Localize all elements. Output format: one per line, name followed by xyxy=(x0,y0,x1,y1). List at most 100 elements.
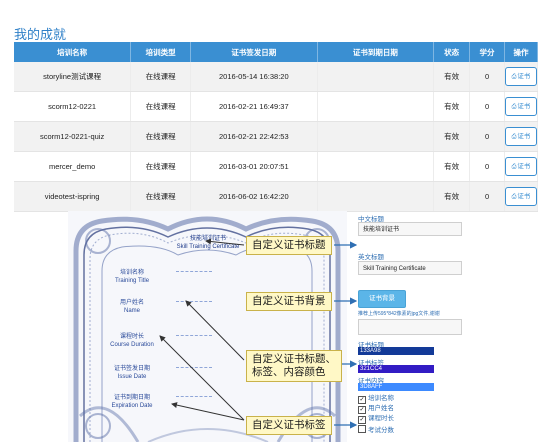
checkbox-label: 用户姓名 xyxy=(368,405,394,412)
cell-expire-date xyxy=(317,91,435,122)
column-header-status[interactable]: 状态 xyxy=(433,42,471,62)
cert-label-cn: 课程时长 xyxy=(119,334,144,340)
title-color-picker[interactable]: 133A98 xyxy=(358,347,434,355)
callout-custom-colors: 自定义证书标题、标签、内容颜色 xyxy=(246,350,342,382)
cell-status: 有效 xyxy=(433,121,471,152)
cert-label-cn: 证书签发日期 xyxy=(113,366,150,372)
cert-value-line xyxy=(176,301,212,302)
cert-label-course-duration: 课程时长 Course Duration xyxy=(90,333,174,349)
certificate-button[interactable]: ⎙证书 xyxy=(504,97,537,116)
checkbox-label: 课程时长 xyxy=(368,415,394,422)
cell-credit: 0 xyxy=(469,91,505,122)
cell-type: 在线课程 xyxy=(130,151,192,182)
certificate-button[interactable]: ⎙证书 xyxy=(504,127,537,146)
callout-custom-title: 自定义证书标题 xyxy=(246,236,332,255)
en-title-input[interactable]: Skill Training Certificate xyxy=(358,261,462,275)
cell-action: ⎙证书 xyxy=(504,121,539,152)
print-icon: ⎙ xyxy=(511,74,517,80)
background-file-input[interactable] xyxy=(358,319,462,335)
checkbox-label: 考试分数 xyxy=(368,427,394,434)
column-header-issue-date[interactable]: 证书签发日期 xyxy=(190,42,318,62)
cert-value-line xyxy=(176,271,212,272)
cell-type: 在线课程 xyxy=(130,91,192,122)
certificate-button-label: 证书 xyxy=(517,133,531,140)
achievements-table: 培训名称 培训类型 证书签发日期 证书到期日期 状态 学分 操作 storyli… xyxy=(14,42,539,212)
checkbox-label: 培训名称 xyxy=(368,395,394,402)
cell-type: 在线课程 xyxy=(130,121,192,152)
column-header-name[interactable]: 培训名称 xyxy=(14,42,132,62)
table-row: mercer_demo 在线课程 2016-03-01 20:07:51 有效 … xyxy=(14,151,539,182)
print-icon: ⎙ xyxy=(511,104,517,110)
certificate-button[interactable]: ⎙证书 xyxy=(504,157,537,176)
label-color-picker[interactable]: 321CC4 xyxy=(358,365,434,373)
cell-name: videotest-ispring xyxy=(14,181,132,212)
cert-label-en: Course Duration xyxy=(110,342,154,348)
cell-name: scorm12-0221-quiz xyxy=(14,121,132,152)
cell-credit: 0 xyxy=(469,181,505,212)
column-header-action: 操作 xyxy=(504,42,539,62)
cert-label-issue-date: 证书签发日期 Issue Date xyxy=(90,365,174,381)
cell-status: 有效 xyxy=(433,62,471,92)
cert-label-name: 用户姓名 Name xyxy=(90,299,174,315)
cell-issue-date: 2016-05-14 16:38:20 xyxy=(190,62,318,92)
cn-title-input[interactable]: 技能培训证书 xyxy=(358,222,462,236)
checkbox-course-duration[interactable]: ✓ xyxy=(358,416,366,424)
cell-expire-date xyxy=(317,62,435,92)
cell-credit: 0 xyxy=(469,151,505,182)
cell-expire-date xyxy=(317,181,435,212)
en-title-label: 英文标题 xyxy=(358,254,384,261)
cell-status: 有效 xyxy=(433,91,471,122)
cell-type: 在线课程 xyxy=(130,62,192,92)
checkbox-row-course-duration[interactable]: ✓ 课程时长 xyxy=(358,415,394,424)
table-row: storyline测试课程 在线课程 2016-05-14 16:38:20 有… xyxy=(14,62,539,92)
cert-value-line xyxy=(176,367,212,368)
cert-label-en: Issue Date xyxy=(117,374,147,380)
background-hint: 推荐上传595*842像素的jpg文件,谢谢 xyxy=(358,311,440,317)
certificate-button-label: 证书 xyxy=(517,163,531,170)
cell-name: storyline测试课程 xyxy=(14,62,132,92)
column-header-expire-date[interactable]: 证书到期日期 xyxy=(317,42,435,62)
table-row: videotest-ispring 在线课程 2016-06-02 16:42:… xyxy=(14,181,539,212)
cell-credit: 0 xyxy=(469,121,505,152)
cell-expire-date xyxy=(317,151,435,182)
cell-action: ⎙证书 xyxy=(504,62,539,92)
column-header-credit[interactable]: 学分 xyxy=(469,42,505,62)
page-title: 我的成就 xyxy=(14,27,67,42)
cell-credit: 0 xyxy=(469,62,505,92)
certificate-settings-panel: 中文标题 技能培训证书 英文标题 Skill Training Certific… xyxy=(356,211,547,442)
print-icon: ⎙ xyxy=(511,164,517,170)
cell-expire-date xyxy=(317,121,435,152)
cell-name: mercer_demo xyxy=(14,151,132,182)
checkbox-exam-score[interactable] xyxy=(358,425,366,433)
cert-label-training-title: 培训名称 Training Title xyxy=(90,269,174,285)
checkbox-row-exam-score[interactable]: 考试分数 xyxy=(358,425,394,435)
checkbox-training-title[interactable]: ✓ xyxy=(358,396,366,404)
certificate-button-label: 证书 xyxy=(517,73,531,80)
checkbox-row-training-title[interactable]: ✓ 培训名称 xyxy=(358,395,394,404)
cert-label-en: Name xyxy=(123,308,140,314)
checkbox-user-name[interactable]: ✓ xyxy=(358,406,366,414)
checkbox-row-user-name[interactable]: ✓ 用户姓名 xyxy=(358,405,394,414)
cell-issue-date: 2016-02-21 16:49:37 xyxy=(190,91,318,122)
certificate-button[interactable]: ⎙证书 xyxy=(504,187,537,206)
cert-label-cn: 培训名称 xyxy=(119,270,144,276)
certificate-button[interactable]: ⎙证书 xyxy=(504,67,537,86)
cell-issue-date: 2016-06-02 16:42:20 xyxy=(190,181,318,212)
cell-status: 有效 xyxy=(433,151,471,182)
table-row: scorm12-0221 在线课程 2016-02-21 16:49:37 有效… xyxy=(14,91,539,122)
certificate-button-label: 证书 xyxy=(517,193,531,200)
cert-value-line xyxy=(176,396,212,397)
table-header-row: 培训名称 培训类型 证书签发日期 证书到期日期 状态 学分 操作 xyxy=(14,42,539,62)
cell-action: ⎙证书 xyxy=(504,181,539,212)
cell-action: ⎙证书 xyxy=(504,151,539,182)
cell-type: 在线课程 xyxy=(130,181,192,212)
callout-custom-labels: 自定义证书标签 xyxy=(246,416,332,435)
cell-issue-date: 2016-03-01 20:07:51 xyxy=(190,151,318,182)
cert-label-expiration-date: 证书到期日期 Expiration Date xyxy=(90,394,174,410)
cell-name: scorm12-0221 xyxy=(14,91,132,122)
cert-label-cn: 用户姓名 xyxy=(119,300,144,306)
certificate-background-button[interactable]: 证书背景 xyxy=(358,290,406,308)
cert-label-en: Training Title xyxy=(114,278,150,284)
column-header-type[interactable]: 培训类型 xyxy=(130,42,192,62)
content-color-picker[interactable]: 3D8AFF xyxy=(358,383,434,391)
